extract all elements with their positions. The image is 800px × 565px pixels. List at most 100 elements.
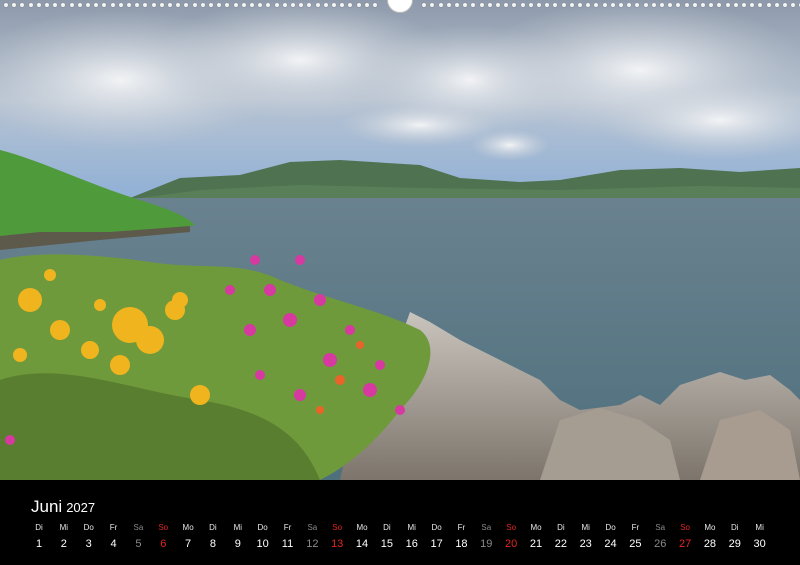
- binding-dot: [742, 3, 746, 7]
- binding-dot: [602, 3, 607, 7]
- day-cell: Fr 4: [102, 522, 126, 550]
- binding-dot: [127, 3, 131, 7]
- binding-dot: [61, 3, 66, 7]
- day-number: 17: [430, 538, 443, 550]
- weekday-label: Mo: [356, 523, 368, 532]
- day-number: 19: [480, 538, 493, 550]
- binding-dot: [110, 3, 115, 7]
- binding-dot: [266, 3, 271, 7]
- weekday-label: Mo: [530, 523, 542, 532]
- binding-dot: [233, 3, 238, 7]
- binding-dot: [323, 3, 328, 7]
- day-number: 10: [256, 538, 269, 550]
- binding-dot: [676, 3, 681, 7]
- weekday-label: So: [680, 523, 690, 532]
- day-cell: Mi 16: [400, 522, 424, 550]
- weekday-label: Di: [731, 523, 739, 532]
- binding-dot: [176, 3, 181, 7]
- binding-dot: [184, 3, 189, 7]
- spiral-binding: [0, 0, 800, 13]
- month-title: Juni 2027: [31, 497, 95, 517]
- binding-dot: [291, 3, 295, 7]
- binding-dot: [766, 3, 771, 7]
- binding-dot: [4, 3, 8, 7]
- weekday-label: Sa: [481, 523, 492, 532]
- day-cell: Sa 19: [474, 522, 498, 550]
- binding-dot: [86, 3, 90, 7]
- binding-dot: [520, 3, 525, 7]
- binding-dot: [332, 3, 336, 7]
- weekday-label: So: [158, 523, 169, 532]
- day-cell: So 13: [325, 522, 349, 550]
- binding-dot: [692, 3, 697, 7]
- binding-dot: [53, 3, 58, 7]
- weekday-label: Fr: [283, 523, 292, 532]
- day-cell: Mo 21: [524, 522, 548, 550]
- binding-dot: [643, 3, 648, 7]
- binding-dot: [553, 3, 558, 7]
- binding-dot: [479, 3, 484, 7]
- binding-dot: [307, 3, 312, 7]
- binding-dot: [12, 3, 17, 7]
- weekday-label: Mo: [704, 523, 716, 532]
- binding-dot: [463, 3, 468, 7]
- day-cell: Di 29: [723, 522, 747, 550]
- month-name: Juni: [31, 497, 63, 516]
- day-cell: Di 8: [201, 522, 225, 550]
- weekday-label: Fr: [631, 523, 640, 532]
- day-number: 16: [405, 538, 418, 550]
- binding-dot: [192, 3, 197, 7]
- day-cell: Sa 26: [648, 522, 672, 550]
- binding-dot: [455, 3, 459, 7]
- binding-dot: [69, 3, 74, 7]
- binding-dot: [200, 3, 205, 7]
- day-cell: So 20: [499, 522, 523, 550]
- binding-dot: [250, 3, 254, 7]
- day-cell: So 27: [673, 522, 697, 550]
- binding-dot: [512, 3, 517, 7]
- day-number: 24: [604, 538, 617, 550]
- day-cell: Mi 2: [52, 522, 76, 550]
- weekday-label: So: [506, 523, 517, 532]
- day-number: 13: [331, 538, 344, 550]
- day-cell: Do 17: [425, 522, 449, 550]
- binding-dot: [758, 3, 763, 7]
- binding-dot: [660, 3, 664, 7]
- binding-dot: [610, 3, 615, 7]
- landscape-photo: [0, 0, 800, 480]
- day-number: 26: [654, 538, 667, 550]
- day-number: 29: [728, 538, 741, 550]
- weekday-label: Mi: [233, 523, 243, 532]
- binding-dot: [569, 3, 574, 7]
- day-cell: Sa 12: [300, 522, 324, 550]
- day-number: 7: [185, 538, 192, 550]
- day-number: 27: [678, 538, 692, 550]
- day-cell: Mi 23: [574, 522, 598, 550]
- binding-dot: [225, 3, 230, 7]
- binding-dot: [315, 3, 320, 7]
- binding-dot: [135, 3, 140, 7]
- day-number: 20: [505, 538, 518, 550]
- binding-dot: [774, 3, 779, 7]
- binding-dot: [545, 3, 550, 7]
- binding-dot: [783, 3, 787, 7]
- day-number: 23: [579, 538, 592, 550]
- day-number: 28: [703, 538, 717, 550]
- day-cell: Do 24: [599, 522, 623, 550]
- weekday-label: Do: [83, 523, 94, 532]
- weekday-label: Do: [257, 523, 268, 532]
- day-number: 18: [455, 538, 468, 550]
- weekday-label: Fr: [109, 523, 118, 532]
- binding-dot: [586, 3, 591, 7]
- day-number: 15: [380, 538, 394, 550]
- binding-dot: [750, 3, 755, 7]
- weekday-label: Di: [383, 523, 391, 532]
- binding-dot: [340, 3, 345, 7]
- binding-dot: [725, 3, 730, 7]
- day-number: 12: [306, 538, 319, 550]
- binding-dot: [578, 3, 582, 7]
- binding-dot: [373, 3, 377, 7]
- binding-dot: [594, 3, 599, 7]
- day-number: 4: [110, 538, 117, 550]
- binding-dot: [241, 3, 246, 7]
